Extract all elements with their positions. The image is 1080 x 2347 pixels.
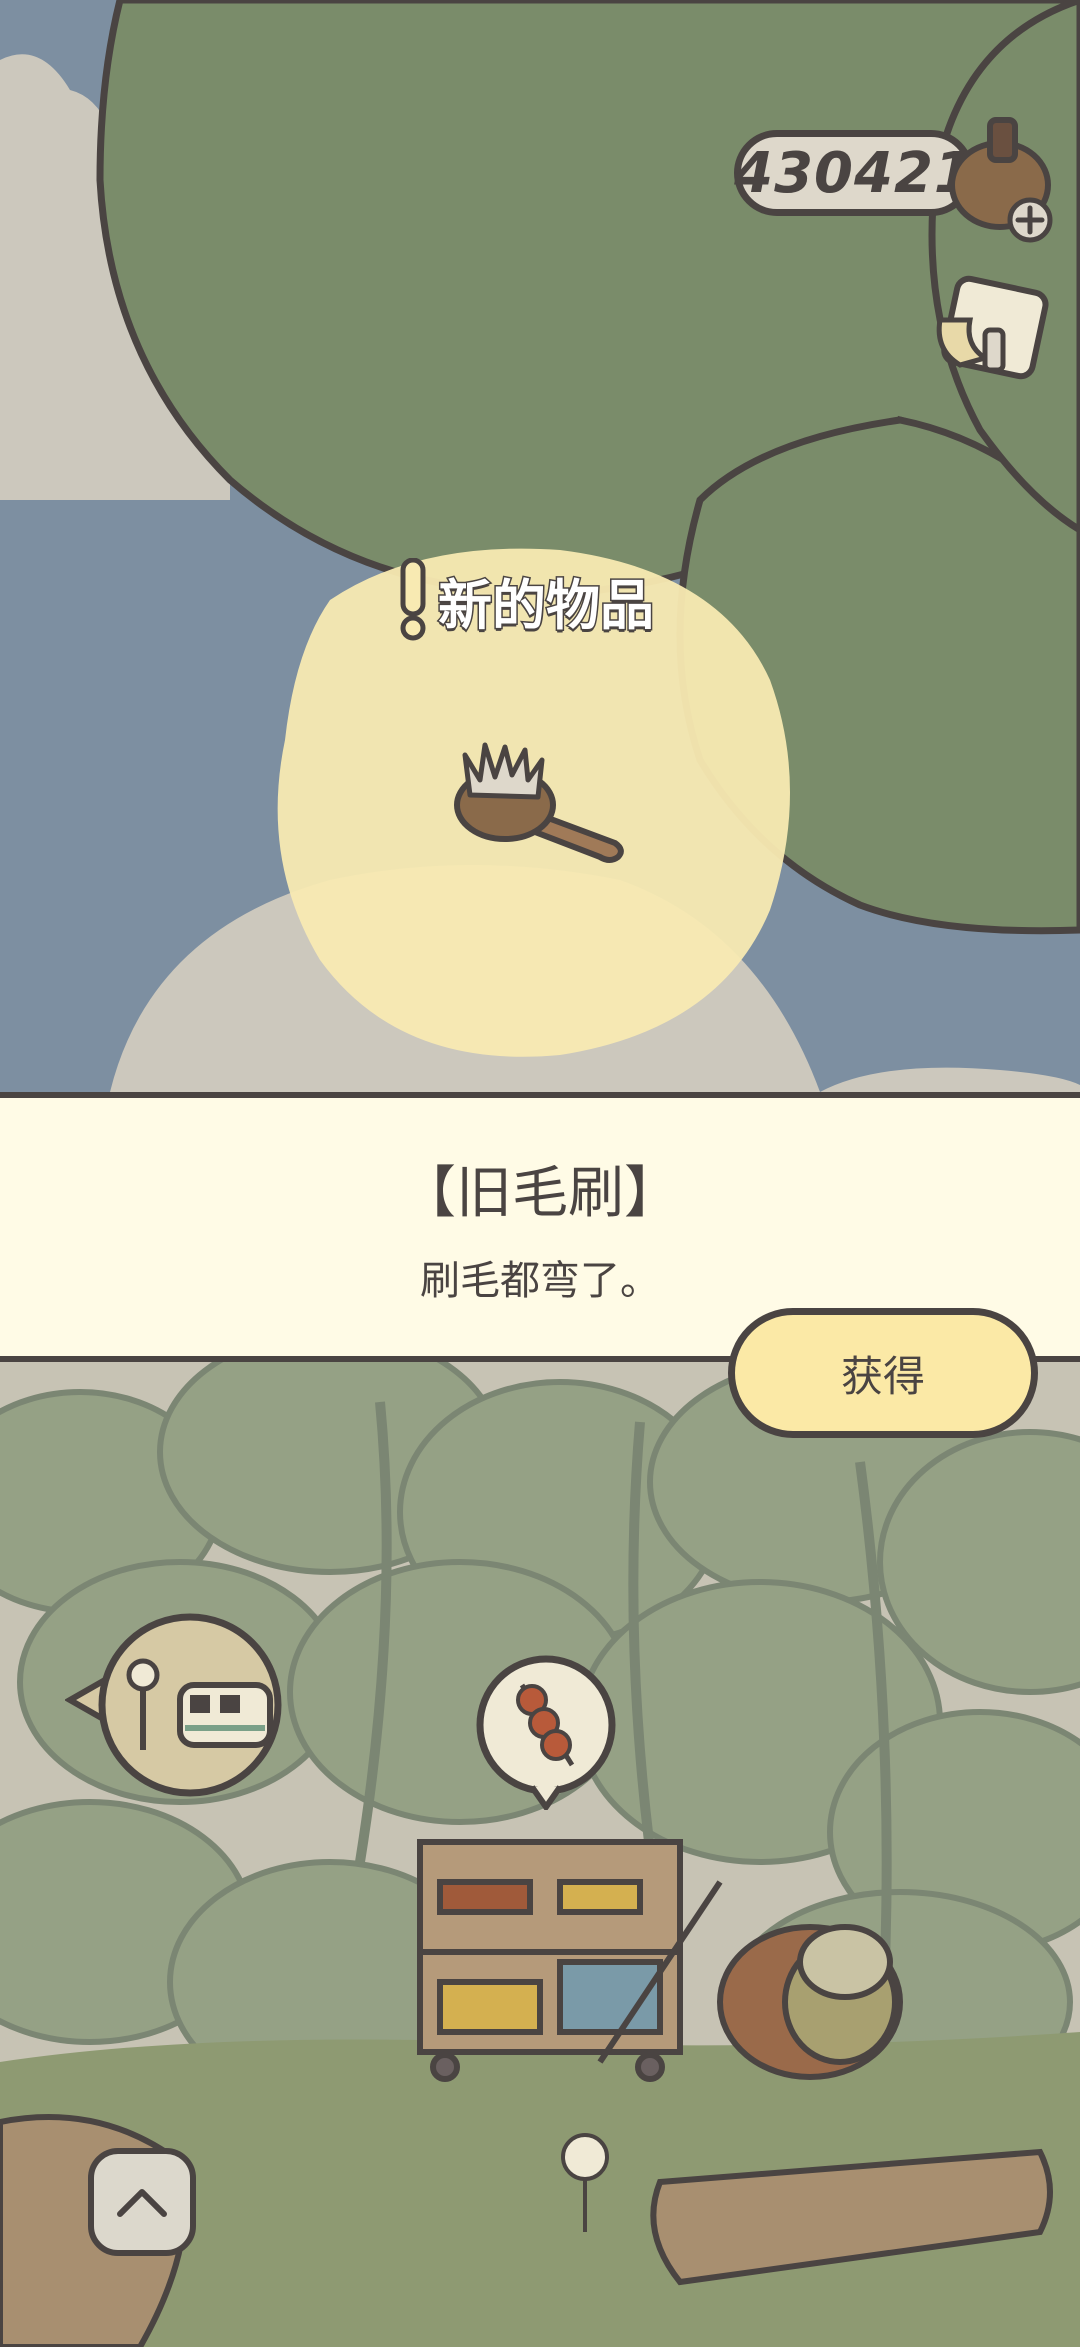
- clover-pot-plus-icon[interactable]: [945, 110, 1065, 250]
- clover-count-value: 430421: [734, 140, 974, 206]
- new-item-label-text: 新的物品: [437, 572, 656, 638]
- get-button-label: 获得: [840, 1351, 925, 1401]
- train-station-bubble-icon[interactable]: [65, 1610, 290, 1800]
- clover-counter: 430421: [734, 130, 974, 216]
- old-brush-icon: [454, 742, 624, 863]
- get-button[interactable]: 获得: [728, 1308, 1038, 1438]
- exclamation-icon: [400, 558, 426, 641]
- item-description: 刷毛都弯了。: [420, 1258, 660, 1304]
- up-menu-button[interactable]: [88, 2148, 196, 2256]
- item-name: 【旧毛刷】: [400, 1161, 680, 1226]
- mailbox-icon[interactable]: [930, 270, 1055, 390]
- chevron-up-icon: [117, 2189, 167, 2217]
- dango-speech-bubble-icon[interactable]: [472, 1655, 620, 1810]
- new-item-label: 新的物品: [437, 560, 656, 640]
